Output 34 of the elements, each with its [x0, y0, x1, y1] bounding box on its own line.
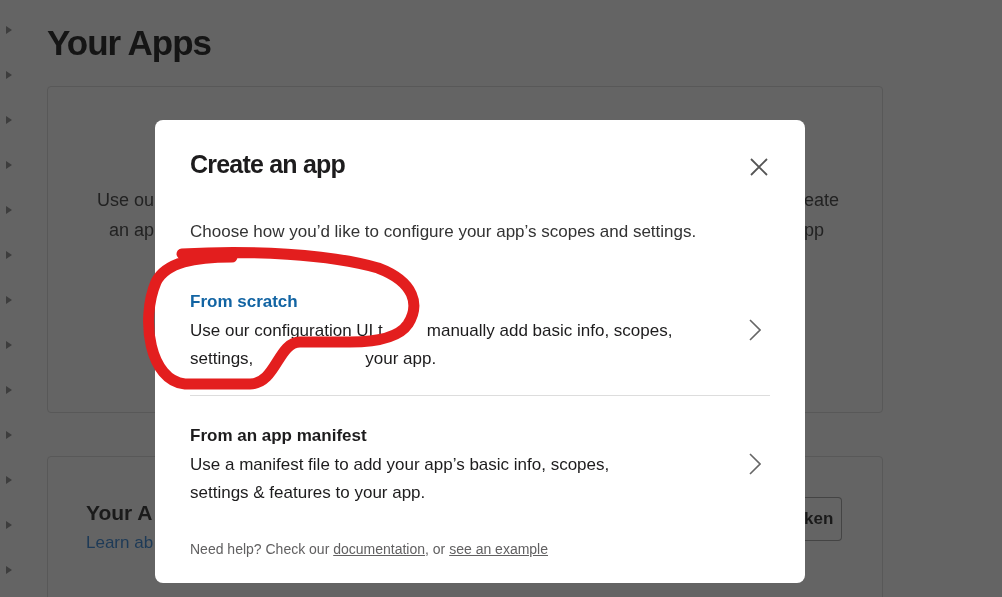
- caret-icon: [6, 521, 12, 529]
- card-heading: Your A: [86, 500, 154, 526]
- caret-icon: [6, 386, 12, 394]
- option-title[interactable]: From scratch: [190, 291, 673, 313]
- caret-icon: [6, 26, 12, 34]
- option-description: settings,: [190, 349, 254, 369]
- close-icon[interactable]: [750, 158, 768, 176]
- option-title[interactable]: From an app manifest: [190, 425, 610, 447]
- help-link[interactable]: see an example: [449, 541, 548, 557]
- caret-icon: [6, 116, 12, 124]
- card-text: pp: [804, 219, 826, 242]
- help-text: Need help? Check our documentation, or see an example: [190, 540, 549, 558]
- caret-icon: [6, 251, 12, 259]
- caret-icon: [6, 161, 12, 169]
- option-description: your app.: [365, 349, 437, 369]
- card-text: an ap: [107, 219, 154, 242]
- caret-icon: [6, 341, 12, 349]
- help-link[interactable]: documentation: [333, 541, 426, 557]
- caret-icon: [6, 71, 12, 79]
- card-text: eate: [804, 189, 841, 212]
- option-description: settings & features to your app.: [190, 483, 426, 503]
- caret-icon: [6, 206, 12, 214]
- page-title: Your Apps: [47, 22, 213, 64]
- modal-subtitle: Choose how you’d like to configure your app’s scopes and settings.: [190, 221, 698, 243]
- option-description: Use a manifest file to add your app’s basic info, scopes,: [190, 455, 610, 475]
- chevron-right-icon[interactable]: [749, 453, 761, 475]
- chevron-right-icon[interactable]: [749, 319, 761, 341]
- option-description: manually add basic info, scopes,: [426, 321, 673, 341]
- caret-icon: [6, 431, 12, 439]
- modal-title: Create an app: [190, 149, 345, 180]
- caret-icon: [6, 296, 12, 304]
- caret-icon: [6, 476, 12, 484]
- caret-icon: [6, 566, 12, 574]
- card-text: Use ou: [95, 189, 154, 212]
